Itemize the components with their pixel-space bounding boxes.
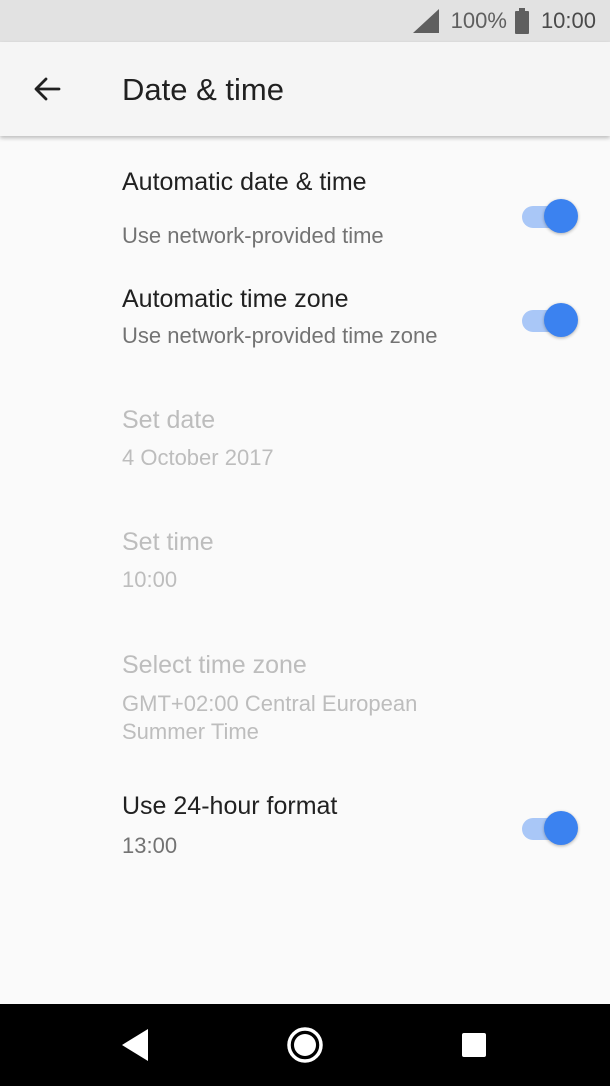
setting-summary-line-1: GMT+02:00 Central European	[122, 691, 418, 716]
setting-summary: 10:00	[122, 567, 178, 592]
setting-title: Automatic date & time	[122, 168, 367, 196]
setting-summary-line-2: Summer Time	[122, 719, 259, 744]
automatic-date-time-toggle[interactable]	[520, 198, 580, 234]
setting-title: Set date	[122, 406, 216, 434]
nav-recents-icon	[462, 1033, 486, 1057]
back-button[interactable]	[22, 64, 72, 114]
nav-back-button[interactable]	[110, 1020, 160, 1070]
toggle-thumb	[544, 199, 578, 233]
app-bar: Date & time	[0, 42, 610, 136]
battery-percent: 100%	[450, 8, 507, 33]
setting-title: Automatic time zone	[122, 285, 349, 313]
toggle-thumb	[544, 811, 578, 845]
nav-home-icon	[287, 1027, 323, 1063]
battery-icon	[514, 8, 529, 34]
setting-title: Select time zone	[122, 651, 307, 679]
automatic-time-zone-toggle[interactable]	[520, 302, 580, 338]
page-title: Date & time	[122, 72, 284, 107]
navigation-bar	[0, 1004, 610, 1086]
arrow-back-icon	[34, 77, 61, 101]
setting-summary: 13:00	[122, 833, 178, 858]
setting-automatic-date-time[interactable]: Automatic date & time Use network-provid…	[0, 156, 610, 260]
setting-set-time: Set time 10:00	[0, 521, 610, 621]
setting-title: Set time	[122, 528, 214, 556]
setting-automatic-time-zone[interactable]: Automatic time zone Use network-provided…	[0, 276, 610, 380]
status-bar: 100% 10:00	[0, 0, 610, 42]
use-24-hour-format-toggle[interactable]	[520, 810, 580, 846]
setting-summary: Use network-provided time	[122, 223, 384, 248]
status-clock: 10:00	[540, 8, 596, 33]
setting-set-date: Set date 4 October 2017	[0, 398, 610, 498]
signal-icon	[412, 9, 439, 33]
setting-summary: 4 October 2017	[122, 445, 274, 470]
setting-use-24-hour-format[interactable]: Use 24-hour format 13:00	[0, 782, 610, 886]
nav-recents-button[interactable]	[449, 1020, 499, 1070]
toggle-thumb	[544, 303, 578, 337]
setting-select-time-zone: Select time zone GMT+02:00 Central Europ…	[0, 643, 610, 763]
nav-home-button[interactable]	[280, 1020, 330, 1070]
setting-summary: Use network-provided time zone	[122, 323, 438, 348]
nav-back-icon	[122, 1029, 148, 1061]
setting-title: Use 24-hour format	[122, 792, 338, 820]
